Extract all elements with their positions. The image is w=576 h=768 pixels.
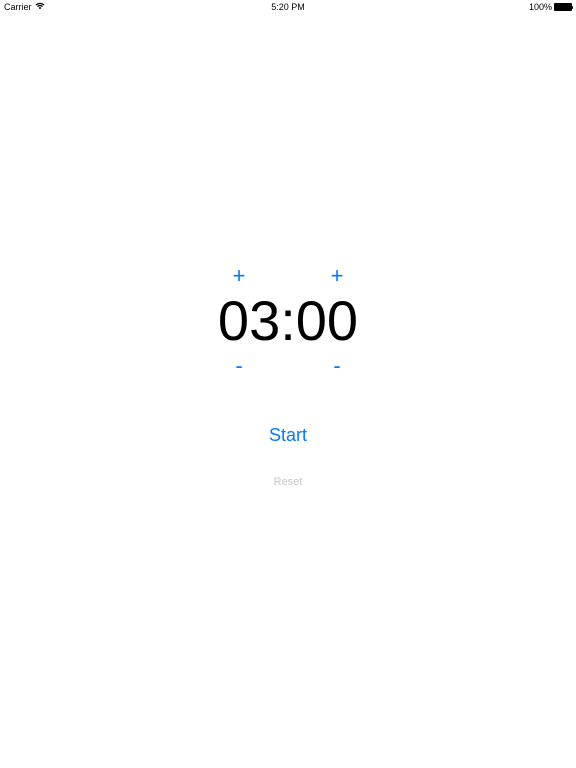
- plus-row: + +: [229, 265, 347, 287]
- battery-percent: 100%: [529, 2, 552, 12]
- carrier-label: Carrier: [4, 2, 32, 12]
- increment-seconds-button[interactable]: +: [327, 265, 347, 287]
- status-left: Carrier: [4, 2, 45, 12]
- status-bar: Carrier 5:20 PM 100%: [0, 0, 576, 14]
- decrement-minutes-button[interactable]: -: [229, 355, 249, 377]
- minus-row: - -: [229, 355, 347, 377]
- time-display: 03:00: [218, 293, 358, 349]
- increment-minutes-button[interactable]: +: [229, 265, 249, 287]
- status-right: 100%: [529, 2, 572, 12]
- start-button[interactable]: Start: [269, 425, 307, 446]
- wifi-icon: [35, 2, 45, 12]
- battery-icon: [554, 3, 572, 11]
- decrement-seconds-button[interactable]: -: [327, 355, 347, 377]
- timer-area: + + 03:00 - -: [0, 265, 576, 377]
- status-time: 5:20 PM: [271, 2, 305, 12]
- reset-button[interactable]: Reset: [274, 476, 303, 488]
